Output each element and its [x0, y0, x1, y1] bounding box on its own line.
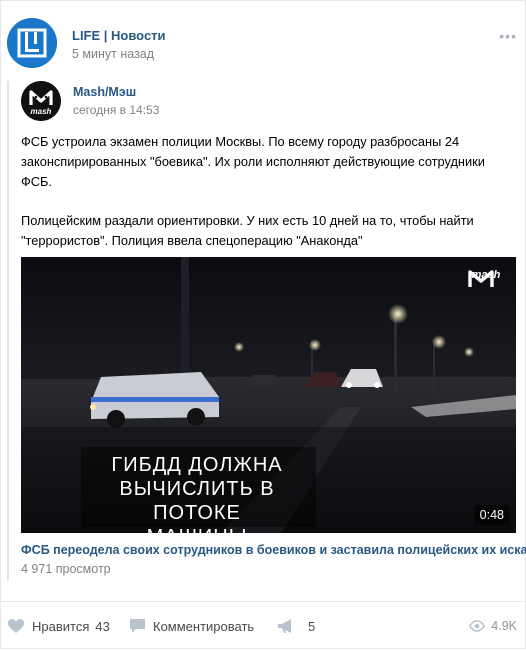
heart-icon: [8, 619, 24, 633]
comment-button[interactable]: Комментировать: [129, 616, 254, 636]
video-caption-line: МАШИНЫ "БОЕВИКОВ": [87, 525, 307, 533]
life-avatar[interactable]: [7, 18, 57, 68]
mash-avatar[interactable]: mash: [21, 81, 61, 121]
share-button[interactable]: 5: [277, 616, 315, 636]
video-duration: 0:48: [473, 505, 510, 525]
repost-author-name[interactable]: Mash/Мэш: [73, 85, 136, 99]
comment-label: Комментировать: [153, 618, 255, 634]
post-time[interactable]: 5 минут назад: [72, 47, 154, 61]
post-paragraph-1: ФСБ устроила экзамен полиции Москвы. По …: [21, 134, 485, 189]
more-menu-icon[interactable]: •••: [499, 28, 517, 44]
views-total-count: 4.9K: [491, 619, 517, 633]
share-count: 5: [308, 618, 316, 634]
views-counter: 4.9K: [469, 616, 517, 636]
comment-icon: [130, 619, 145, 633]
megaphone-icon: [278, 619, 291, 633]
video-caption-line: ВЫЧИСЛИТЬ В ПОТОКЕ: [119, 478, 275, 524]
video-caption: ГИБДД ДОЛЖНА ВЫЧИСЛИТЬ В ПОТОКЕ МАШИНЫ "…: [87, 453, 307, 533]
video-caption-line: ГИБДД ДОЛЖНА: [111, 454, 283, 476]
like-button[interactable]: Нравится 43: [7, 616, 110, 636]
video-title-link[interactable]: ФСБ переодела своих сотрудников в боевик…: [21, 543, 526, 557]
post-paragraph-2: Полицейским раздали ориентировки. У них …: [21, 213, 474, 248]
mash-avatar-lettering: mash: [31, 107, 52, 116]
like-count: 43: [95, 618, 110, 634]
video-views: 4 971 просмотр: [21, 562, 111, 576]
eye-icon: [469, 620, 486, 632]
post-actions: Нравится 43 Комментировать 5 4.9K: [1, 601, 525, 650]
like-label: Нравится: [32, 618, 90, 634]
repost-divider: [7, 81, 9, 581]
repost-time[interactable]: сегодня в 14:53: [73, 103, 159, 117]
repost-block: mash Mash/Мэш сегодня в 14:53 ФСБ устрои…: [7, 81, 526, 581]
post-card: LIFE | Новости 5 минут назад ••• mash Ma…: [0, 0, 526, 649]
video-player[interactable]: ГИБДД ДОЛЖНА ВЫЧИСЛИТЬ В ПОТОКЕ МАШИНЫ "…: [21, 257, 516, 533]
author-name[interactable]: LIFE | Новости: [72, 28, 166, 43]
post-text: ФСБ устроила экзамен полиции Москвы. По …: [21, 132, 516, 270]
post-header: LIFE | Новости 5 минут назад •••: [7, 18, 522, 70]
mash-logo-icon: mash: [466, 269, 506, 309]
